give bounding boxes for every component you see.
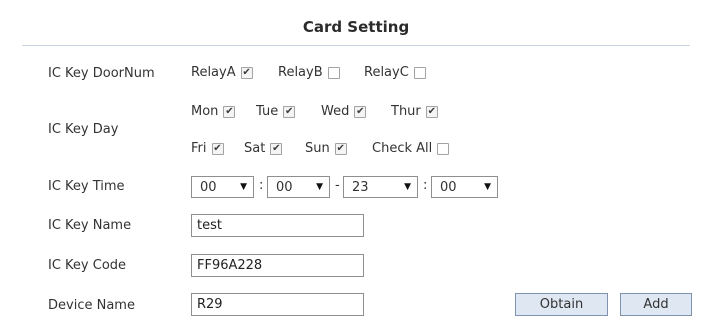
- device-name-input[interactable]: R29: [191, 293, 364, 316]
- triangle-down-icon: ▼: [484, 182, 491, 192]
- relay-c-option[interactable]: RelayC: [364, 65, 426, 80]
- relay-c-checkbox[interactable]: [413, 66, 426, 79]
- check-mark-icon: ✔: [272, 142, 281, 154]
- check-all-label: Check All: [372, 141, 433, 156]
- end-hour-select[interactable]: 23 ▼: [343, 176, 418, 198]
- end-minute-value: 00: [440, 179, 457, 195]
- triangle-down-icon: ▼: [404, 182, 411, 192]
- day-mon-option[interactable]: Mon ✔: [191, 104, 236, 119]
- day-tue-label: Tue: [256, 104, 279, 119]
- relay-c-label: RelayC: [364, 65, 409, 80]
- check-mark-icon: ✔: [336, 142, 345, 154]
- day-sat-checkbox[interactable]: ✔: [270, 142, 283, 155]
- day-sat-label: Sat: [244, 141, 266, 156]
- check-mark-icon: ✔: [356, 105, 365, 117]
- day-label: IC Key Day: [48, 122, 119, 137]
- check-all-checkbox[interactable]: [437, 142, 450, 155]
- day-tue-option[interactable]: Tue ✔: [256, 104, 296, 119]
- day-thur-checkbox[interactable]: ✔: [425, 105, 438, 118]
- day-fri-checkbox[interactable]: ✔: [211, 142, 224, 155]
- start-hour-select[interactable]: 00 ▼: [191, 176, 254, 198]
- start-minute-value: 00: [276, 179, 293, 195]
- day-thur-label: Thur: [391, 104, 421, 119]
- relay-a-checkbox[interactable]: ✔: [240, 66, 253, 79]
- day-wed-option[interactable]: Wed ✔: [321, 104, 367, 119]
- time-colon: :: [423, 178, 428, 193]
- end-minute-select[interactable]: 00 ▼: [431, 176, 498, 198]
- name-label: IC Key Name: [48, 218, 132, 233]
- obtain-button[interactable]: Obtain: [515, 293, 608, 316]
- check-mark-icon: ✔: [225, 105, 234, 117]
- panel-title: Card Setting: [302, 18, 410, 36]
- relay-b-checkbox[interactable]: [327, 66, 340, 79]
- check-all-option[interactable]: Check All: [372, 141, 450, 156]
- code-label: IC Key Code: [48, 258, 127, 273]
- add-button[interactable]: Add: [620, 293, 692, 316]
- relay-b-option[interactable]: RelayB: [278, 65, 340, 80]
- time-colon: :: [259, 178, 264, 193]
- check-mark-icon: ✔: [285, 105, 294, 117]
- key-name-input[interactable]: test: [191, 214, 364, 237]
- triangle-down-icon: ▼: [316, 182, 323, 192]
- day-sun-checkbox[interactable]: ✔: [334, 142, 347, 155]
- device-label: Device Name: [48, 298, 135, 313]
- title-divider: [22, 45, 690, 46]
- check-mark-icon: ✔: [213, 142, 222, 154]
- end-hour-value: 23: [352, 179, 369, 195]
- day-sat-option[interactable]: Sat ✔: [244, 141, 283, 156]
- triangle-down-icon: ▼: [240, 182, 247, 192]
- day-wed-checkbox[interactable]: ✔: [354, 105, 367, 118]
- start-minute-select[interactable]: 00 ▼: [267, 176, 330, 198]
- day-fri-option[interactable]: Fri ✔: [191, 141, 224, 156]
- day-sun-option[interactable]: Sun ✔: [305, 141, 347, 156]
- check-mark-icon: ✔: [427, 105, 436, 117]
- day-tue-checkbox[interactable]: ✔: [283, 105, 296, 118]
- door-num-label: IC Key DoorNum: [48, 66, 155, 81]
- key-code-input[interactable]: FF96A228: [191, 254, 364, 277]
- time-dash: -: [335, 178, 340, 193]
- day-fri-label: Fri: [191, 141, 207, 156]
- start-hour-value: 00: [200, 179, 217, 195]
- day-mon-label: Mon: [191, 104, 219, 119]
- relay-a-label: RelayA: [191, 65, 236, 80]
- relay-b-label: RelayB: [278, 65, 323, 80]
- day-thur-option[interactable]: Thur ✔: [391, 104, 438, 119]
- card-setting-panel: Card Setting IC Key DoorNum RelayA ✔ Rel…: [0, 0, 712, 319]
- day-wed-label: Wed: [321, 104, 350, 119]
- day-sun-label: Sun: [305, 141, 330, 156]
- time-label: IC Key Time: [48, 179, 125, 194]
- relay-a-option[interactable]: RelayA ✔: [191, 65, 253, 80]
- day-mon-checkbox[interactable]: ✔: [223, 105, 236, 118]
- check-mark-icon: ✔: [242, 66, 251, 78]
